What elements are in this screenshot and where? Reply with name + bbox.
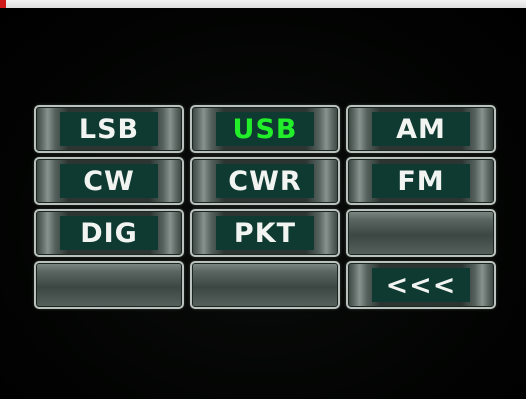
button-face: <<< [372, 268, 470, 302]
button-label: LSB [78, 113, 140, 145]
window-marker [0, 0, 6, 8]
mode-button-am[interactable]: AM [346, 105, 496, 153]
button-label-active: USB [232, 113, 298, 145]
button-label: CW [83, 165, 135, 197]
button-label: PKT [233, 217, 297, 249]
mode-button-usb[interactable]: USB [190, 105, 340, 153]
blank-button[interactable] [190, 261, 340, 309]
top-bar [0, 0, 526, 8]
mode-button-cw[interactable]: CW [34, 157, 184, 205]
back-button[interactable]: <<< [346, 261, 496, 309]
button-face: DIG [60, 216, 158, 250]
mode-button-lsb[interactable]: LSB [34, 105, 184, 153]
button-face: CWR [216, 164, 314, 198]
back-arrows-icon: <<< [385, 269, 457, 301]
button-face: PKT [216, 216, 314, 250]
button-label: FM [397, 165, 445, 197]
button-label: AM [396, 113, 446, 145]
mode-select-screen: LSB USB AM CW CWR FM DIG PKT <<< [0, 8, 526, 399]
mode-button-dig[interactable]: DIG [34, 209, 184, 257]
button-label: DIG [80, 217, 138, 249]
blank-button[interactable] [34, 261, 184, 309]
mode-button-cwr[interactable]: CWR [190, 157, 340, 205]
button-label: CWR [228, 165, 302, 197]
blank-button[interactable] [346, 209, 496, 257]
button-face: LSB [60, 112, 158, 146]
button-face: CW [60, 164, 158, 198]
mode-button-fm[interactable]: FM [346, 157, 496, 205]
button-face: FM [372, 164, 470, 198]
mode-button-grid: LSB USB AM CW CWR FM DIG PKT <<< [34, 105, 496, 309]
button-face: AM [372, 112, 470, 146]
button-face: USB [216, 112, 314, 146]
mode-button-pkt[interactable]: PKT [190, 209, 340, 257]
